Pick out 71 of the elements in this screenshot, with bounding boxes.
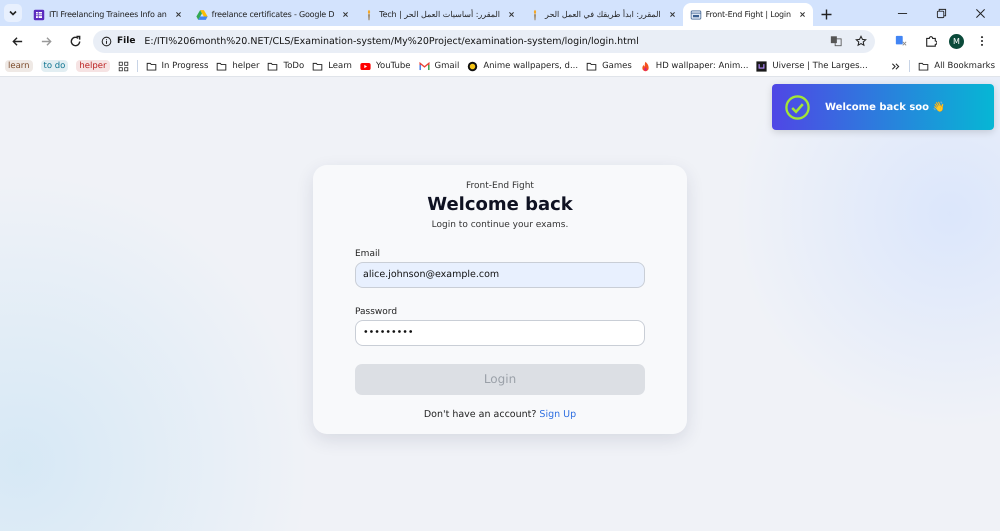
bookmark-item[interactable]: helper bbox=[216, 60, 260, 72]
password-label: Password bbox=[355, 306, 398, 316]
apps-grid-icon[interactable] bbox=[118, 60, 128, 72]
login-subtitle: Login to continue your exams. bbox=[432, 220, 568, 230]
close-icon[interactable] bbox=[174, 11, 182, 18]
bookmark-item[interactable]: Learn bbox=[312, 60, 352, 72]
brand-name: Front-End Fight bbox=[466, 180, 534, 190]
close-icon[interactable] bbox=[975, 8, 986, 19]
signup-link[interactable]: Sign Up bbox=[539, 408, 576, 420]
restore-icon[interactable] bbox=[936, 8, 947, 19]
folder-icon bbox=[146, 60, 156, 72]
flame-icon bbox=[640, 60, 651, 72]
url-text: E:/ITI%206month%20.NET/CLS/Examination-system/My%20Project/examination-system/login/login.html bbox=[144, 36, 639, 46]
bookmark-item[interactable]: Uiverse | The Larges... bbox=[756, 60, 868, 72]
folder-icon bbox=[586, 60, 598, 72]
close-icon[interactable] bbox=[668, 11, 676, 18]
browser-tab[interactable]: freelance certificates - Google D bbox=[188, 3, 356, 26]
bookmark-item[interactable]: Anime wallpapers, d... bbox=[467, 60, 578, 72]
bookmark-item[interactable]: YouTube bbox=[360, 60, 411, 72]
play-icon bbox=[360, 60, 371, 72]
check-circle-icon bbox=[784, 94, 811, 120]
folder-icon bbox=[312, 60, 324, 72]
tab-title: Front-End Fight | Login bbox=[706, 8, 791, 21]
address-bar[interactable]: File E:/ITI%206month%20.NET/CLS/Examination-system/My%20Project/examination-system/login/login.html bbox=[93, 30, 875, 52]
form-icon bbox=[33, 8, 45, 20]
password-field[interactable]: ••••••••• bbox=[355, 320, 645, 346]
signup-prompt: Don't have an account? bbox=[424, 408, 536, 420]
email-label: Email bbox=[355, 248, 381, 258]
toast-message: Welcome back soo 👋 bbox=[825, 101, 945, 113]
tab-search-button[interactable] bbox=[4, 4, 22, 22]
tab-title: ITI Freelancing Trainees Info an bbox=[49, 8, 167, 21]
bookmark-chip[interactable]: learn bbox=[5, 60, 33, 72]
tab-title: المقرر: ابدأ طريقك في العمل الحر bbox=[545, 8, 661, 21]
close-icon[interactable] bbox=[342, 11, 350, 18]
forward-icon[interactable] bbox=[40, 34, 53, 48]
browser-tab[interactable]: Front-End Fight | Login bbox=[682, 3, 813, 26]
bookmark-chip[interactable]: helper bbox=[76, 60, 110, 72]
close-icon[interactable] bbox=[508, 11, 516, 18]
browser-tab[interactable]: المقرر: أساسيات العمل الحر | Tech bbox=[356, 3, 522, 26]
mail-icon bbox=[418, 60, 430, 72]
bookmark-item[interactable]: Games bbox=[586, 60, 632, 72]
folder-icon bbox=[918, 60, 930, 72]
bookmark-item[interactable]: HD wallpaper: Anim... bbox=[640, 60, 748, 72]
bookmark-item[interactable]: In Progress bbox=[146, 60, 208, 72]
chevron-down-icon bbox=[8, 8, 18, 18]
plus-icon bbox=[821, 8, 832, 20]
tab-title: freelance certificates - Google D bbox=[212, 8, 334, 21]
puzzle-icon[interactable] bbox=[925, 35, 937, 47]
folder-icon bbox=[267, 60, 278, 72]
scheme-label: File bbox=[117, 36, 136, 46]
login-title: Welcome back bbox=[427, 194, 573, 214]
email-field[interactable]: alice.johnson@example.com bbox=[355, 262, 645, 288]
webpage-icon bbox=[690, 8, 702, 20]
star-icon[interactable] bbox=[855, 35, 867, 47]
bookmark-item[interactable]: Gmail bbox=[418, 60, 460, 72]
coin-icon bbox=[467, 60, 478, 72]
chevron-right-icon[interactable] bbox=[890, 60, 902, 72]
folder-icon bbox=[216, 60, 228, 72]
tab-title: المقرر: أساسيات العمل الحر | Tech bbox=[379, 8, 500, 21]
browser-tab[interactable]: المقرر: ابدأ طريقك في العمل الحر bbox=[522, 3, 683, 26]
profile-avatar[interactable]: M bbox=[949, 34, 964, 48]
close-icon[interactable] bbox=[798, 11, 806, 18]
square-logo-icon bbox=[756, 60, 768, 72]
bookmark-chip[interactable]: to do bbox=[40, 60, 68, 72]
reload-icon[interactable] bbox=[69, 34, 82, 48]
browser-tab[interactable]: ITI Freelancing Trainees Info an bbox=[26, 3, 189, 26]
drive-icon bbox=[196, 8, 208, 20]
info-icon[interactable] bbox=[101, 36, 112, 46]
all-bookmarks-item[interactable]: All Bookmarks bbox=[918, 60, 995, 72]
bookmark-item[interactable]: ToDo bbox=[267, 60, 304, 72]
back-icon[interactable] bbox=[11, 34, 24, 48]
